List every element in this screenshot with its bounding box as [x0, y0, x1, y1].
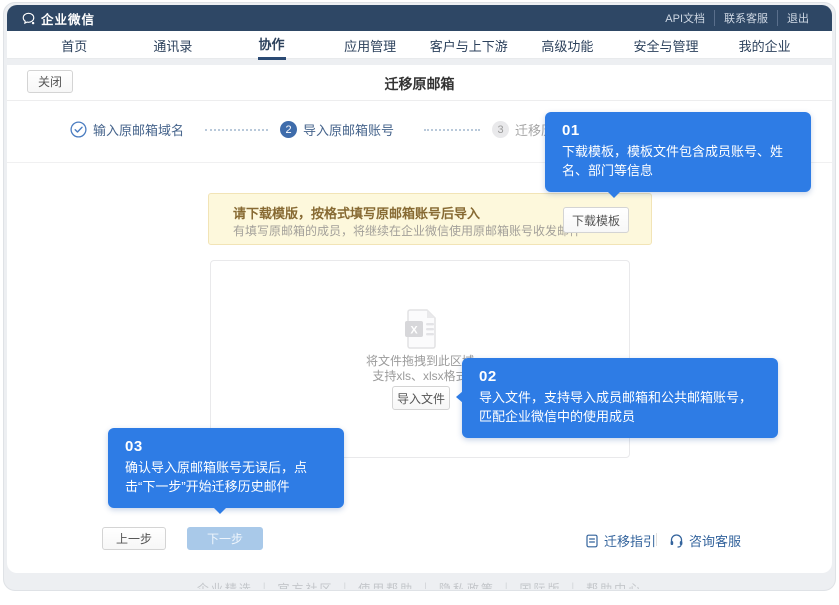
tab-customers[interactable]: 客户与上下游 [420, 31, 519, 58]
check-circle-icon [70, 121, 87, 138]
migration-guide-label: 迁移指引 [604, 531, 656, 550]
step-2-label: 导入原邮箱账号 [303, 122, 394, 139]
step-2-number-badge: 2 [280, 121, 297, 138]
download-template-notice: 请下载模版，按格式填写原邮箱账号后导入 有填写原邮箱的成员，将继续在企业微信使用… [208, 193, 652, 245]
step-connector [424, 129, 480, 131]
svg-text:X: X [410, 325, 418, 337]
notice-subtitle: 有填写原邮箱的成员，将继续在企业微信使用原邮箱账号收发邮件 [233, 222, 581, 239]
tooltip-number: 01 [562, 122, 794, 139]
tooltip-text: 下载模板，模板文件包含成员账号、姓名、部门等信息 [562, 142, 794, 180]
next-step-button[interactable]: 下一步 [187, 527, 263, 550]
main-nav: 首页 通讯录 协作 应用管理 客户与上下游 高级功能 安全与管理 我的企业 [7, 31, 832, 59]
tab-collaboration[interactable]: 协作 [222, 31, 321, 58]
tooltip-number: 03 [125, 438, 327, 455]
tab-my-company[interactable]: 我的企业 [715, 31, 814, 58]
migration-guide-link[interactable]: 迁移指引 [585, 531, 656, 550]
tooltip-step-01: 01 下载模板，模板文件包含成员账号、姓名、部门等信息 [545, 112, 811, 192]
logout-link[interactable]: 退出 [777, 10, 818, 26]
page-footer: 企业精选 ｜ 官方社区 ｜ 使用帮助 ｜ 隐私政策 ｜ 国际版 ｜ 帮助中心 [7, 580, 832, 589]
footer-links-separator [656, 533, 657, 546]
consult-service-label: 咨询客服 [689, 531, 741, 550]
topbar: 企业微信 API文档 联系客服 退出 [7, 5, 832, 31]
tab-home[interactable]: 首页 [25, 31, 124, 58]
tooltip-step-03: 03 确认导入原邮箱账号无误后，点击“下一步”开始迁移历史邮件 [108, 428, 344, 508]
headset-icon [669, 533, 684, 548]
step-3-number-badge: 3 [492, 121, 509, 138]
page-title: 迁移原邮箱 [7, 74, 832, 94]
import-file-button[interactable]: 导入文件 [392, 386, 450, 410]
tab-app-management[interactable]: 应用管理 [321, 31, 420, 58]
previous-step-button[interactable]: 上一步 [102, 527, 166, 550]
step-1-label: 输入原邮箱域名 [93, 122, 184, 139]
contact-support-link[interactable]: 联系客服 [714, 10, 777, 26]
page-footer-links[interactable]: 企业精选 ｜ 官方社区 ｜ 使用帮助 ｜ 隐私政策 ｜ 国际版 ｜ 帮助中心 [7, 580, 832, 589]
tab-advanced-features[interactable]: 高级功能 [518, 31, 617, 58]
api-docs-link[interactable]: API文档 [656, 10, 714, 26]
tooltip-arrow-down-icon [607, 191, 621, 198]
tooltip-text: 确认导入原邮箱账号无误后，点击“下一步”开始迁移历史邮件 [125, 458, 327, 496]
app-logo: 企业微信 [21, 9, 95, 28]
consult-service-link[interactable]: 咨询客服 [669, 531, 741, 550]
tab-security-management[interactable]: 安全与管理 [617, 31, 716, 58]
admin-console-window: 企业微信 API文档 联系客服 退出 首页 通讯录 协作 应用管理 客户与上下游… [0, 0, 839, 605]
tooltip-arrow-down-icon [213, 507, 227, 514]
document-icon [585, 534, 599, 548]
download-template-button[interactable]: 下载模板 [563, 207, 629, 233]
tooltip-arrow-left-icon [456, 391, 463, 403]
topbar-links: API文档 联系客服 退出 [656, 10, 818, 26]
tab-contacts[interactable]: 通讯录 [124, 31, 223, 58]
header-divider [7, 100, 832, 101]
step-connector [205, 129, 268, 131]
tooltip-text: 导入文件，支持导入成员邮箱和公共邮箱账号，匹配企业微信中的使用成员 [479, 388, 761, 426]
wechat-work-logo-icon [21, 11, 36, 26]
notice-title: 请下载模版，按格式填写原邮箱账号后导入 [233, 203, 480, 222]
app-logo-text: 企业微信 [41, 9, 95, 28]
tooltip-step-02: 02 导入文件，支持导入成员邮箱和公共邮箱账号，匹配企业微信中的使用成员 [462, 358, 778, 438]
xls-file-icon: X [404, 309, 438, 349]
tooltip-number: 02 [479, 368, 761, 385]
